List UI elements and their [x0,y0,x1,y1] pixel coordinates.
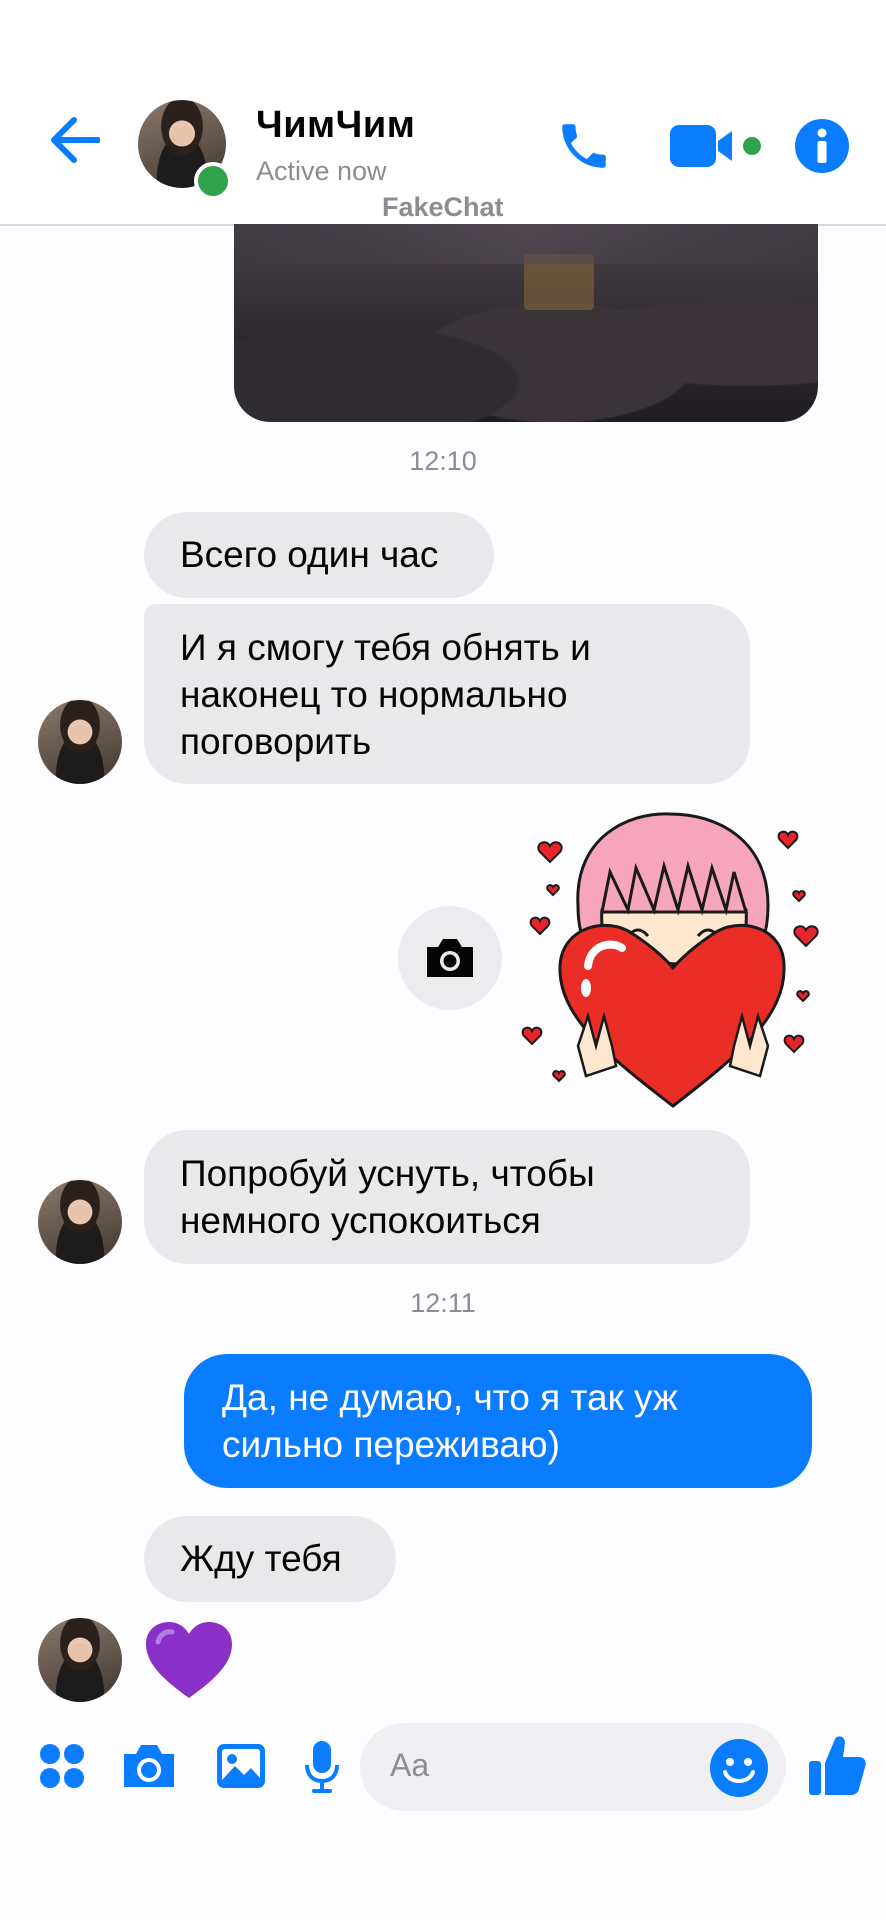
message-input-placeholder: Aa [390,1747,430,1783]
microphone-button[interactable] [302,1738,342,1796]
sender-avatar[interactable] [38,700,122,784]
watermark-label: FakeChat [382,192,504,222]
incoming-message-bubble[interactable]: Всего один час [144,512,494,598]
online-indicator [194,162,232,200]
chat-header: ЧимЧим Active now FakeChat [0,0,886,226]
thumbs-up-button[interactable] [806,1732,868,1798]
purple-heart-icon [146,1622,232,1698]
thumbs-up-icon [809,1736,866,1795]
message-text-line: поговорить [180,721,372,762]
message-text: Всего один час [180,534,439,575]
info-button[interactable] [792,116,852,176]
gallery-button[interactable] [214,1740,268,1792]
incoming-message-bubble[interactable]: И я смогу тебя обнять и наконец то норма… [144,604,750,784]
camera-icon [427,939,473,977]
message-text-line: Да, не думаю, что я так уж [222,1377,678,1418]
microphone-icon [305,1741,339,1793]
incoming-message-bubble[interactable]: Жду тебя [144,1516,396,1602]
phone-icon [562,124,606,168]
photo-message[interactable] [234,224,818,422]
info-icon [795,119,849,173]
video-camera-icon [670,125,761,167]
back-button[interactable] [44,110,104,170]
video-call-button[interactable] [668,118,762,174]
message-text-line: И я смогу тебя обнять и [180,627,591,668]
camera-shortcut-button[interactable] [398,906,502,1010]
timestamp: 12:11 [410,1288,476,1318]
apps-button[interactable] [36,1740,88,1792]
sender-avatar[interactable] [38,1180,122,1264]
purple-heart-emoji[interactable] [144,1620,234,1700]
message-text: Жду тебя [180,1538,342,1579]
camera-button[interactable] [120,1740,178,1792]
message-text-line: немного успокоиться [180,1200,541,1241]
voice-call-button[interactable] [552,114,616,178]
message-text-line: наконец то нормально [180,674,568,715]
outgoing-message-bubble[interactable]: Да, не думаю, что я так уж сильно пережи… [184,1354,812,1488]
emoji-button[interactable] [708,1737,770,1799]
contact-name[interactable]: ЧимЧим [256,104,415,147]
timestamp: 12:10 [409,446,477,476]
apps-icon [40,1744,84,1788]
gallery-icon [217,1744,265,1788]
girl-hugging-heart-sticker[interactable] [518,806,828,1112]
emoji-icon [710,1739,768,1797]
back-arrow-icon [51,117,100,163]
contact-status: Active now [256,156,387,186]
sender-avatar[interactable] [38,1618,122,1702]
message-text-line: Попробуй уснуть, чтобы [180,1153,595,1194]
incoming-message-bubble[interactable]: Попробуй уснуть, чтобы немного успокоить… [144,1130,750,1264]
message-text-line: сильно переживаю) [222,1424,560,1465]
camera-icon [124,1745,174,1787]
